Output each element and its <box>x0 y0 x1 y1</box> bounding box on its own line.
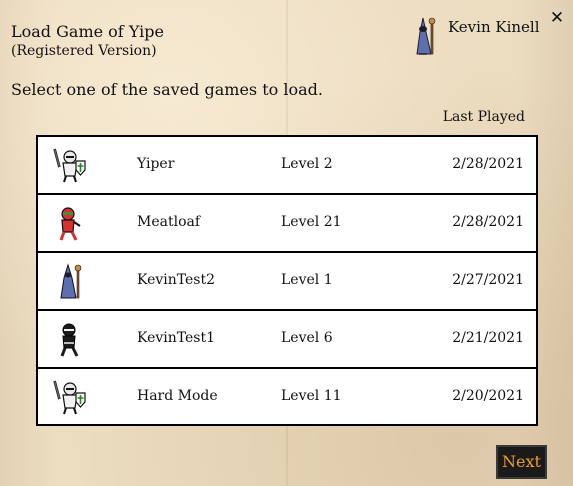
game-date: 2/27/2021 <box>452 272 524 288</box>
last-played-header: Last Played <box>442 109 525 125</box>
knight-icon <box>53 380 86 415</box>
red-ninja-icon <box>59 207 81 241</box>
game-level: Level 21 <box>281 214 342 230</box>
saved-game-row[interactable]: Yiper Level 2 2/28/2021 <box>38 137 536 195</box>
saved-game-row[interactable]: Hard Mode Level 11 2/20/2021 <box>38 369 536 427</box>
user-name: Kevin Kinell <box>448 18 540 36</box>
saved-game-row[interactable]: KevinTest2 Level 1 2/27/2021 <box>38 253 536 311</box>
saved-game-row[interactable]: KevinTest1 Level 6 2/21/2021 <box>38 311 536 369</box>
saved-game-row[interactable]: Meatloaf Level 21 2/28/2021 <box>38 195 536 253</box>
instruction-text: Select one of the saved games to load. <box>11 80 323 99</box>
page-subtitle: (Registered Version) <box>11 43 157 59</box>
black-ninja-icon <box>60 323 79 357</box>
page-title: Load Game of Yipe <box>11 22 164 41</box>
knight-icon <box>53 148 86 183</box>
game-date: 2/28/2021 <box>452 214 524 230</box>
close-button[interactable]: ✕ <box>547 8 567 28</box>
game-date: 2/28/2021 <box>452 156 524 172</box>
wizard-avatar-icon <box>416 17 436 55</box>
game-name: KevinTest2 <box>137 272 216 288</box>
game-name: KevinTest1 <box>137 330 216 346</box>
game-level: Level 6 <box>281 330 333 346</box>
game-name: Yiper <box>137 156 175 172</box>
game-date: 2/21/2021 <box>452 330 524 346</box>
game-name: Hard Mode <box>137 388 218 404</box>
wizard-icon <box>60 263 82 299</box>
next-button[interactable]: Next <box>496 445 547 479</box>
game-level: Level 2 <box>281 156 333 172</box>
game-name: Meatloaf <box>137 214 201 230</box>
game-level: Level 11 <box>281 388 342 404</box>
game-date: 2/20/2021 <box>452 388 524 404</box>
game-level: Level 1 <box>281 272 333 288</box>
saved-games-list: Yiper Level 2 2/28/2021 Meatloaf Level 2… <box>36 135 538 426</box>
